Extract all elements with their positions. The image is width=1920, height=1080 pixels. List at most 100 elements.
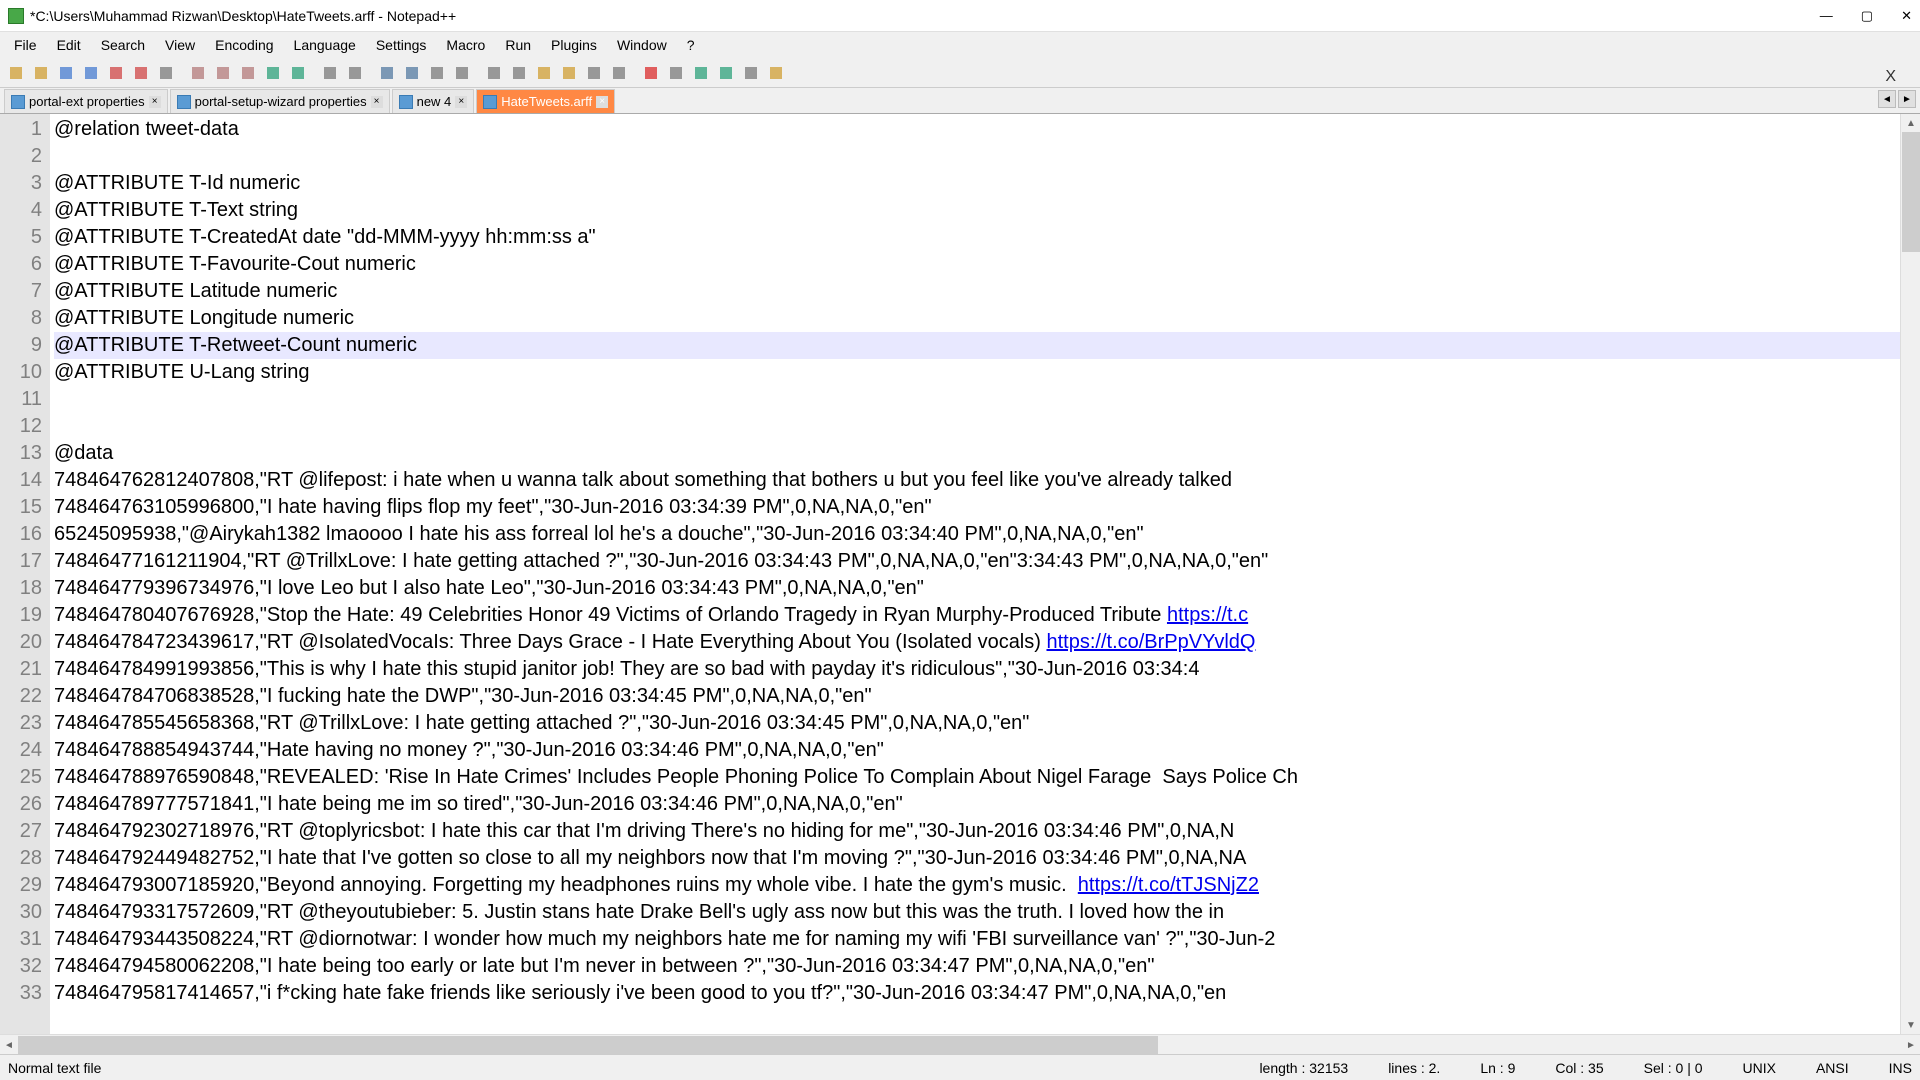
func-list-icon[interactable] [607,61,631,85]
vertical-scrollbar[interactable]: ▲ ▼ [1900,114,1920,1034]
tab-close-button[interactable]: × [596,96,608,108]
replace-icon[interactable] [343,61,367,85]
code-line[interactable]: 748464762812407808,"RT @lifepost: i hate… [54,467,1920,494]
spacer-icon[interactable] [764,61,788,85]
menu-plugins[interactable]: Plugins [541,35,607,55]
tab-close-button[interactable]: × [149,96,161,108]
code-line[interactable] [54,386,1920,413]
code-line[interactable]: @ATTRIBUTE T-Id numeric [54,170,1920,197]
code-line[interactable]: 748464792449482752,"I hate that I've got… [54,845,1920,872]
menu-edit[interactable]: Edit [47,35,91,55]
code-line[interactable]: @ATTRIBUTE T-CreatedAt date "dd-MMM-yyyy… [54,224,1920,251]
zoom-in-icon[interactable] [375,61,399,85]
save-macro-icon[interactable] [739,61,763,85]
undo-icon[interactable] [261,61,285,85]
code-line[interactable]: 748464784991993856,"This is why I hate t… [54,656,1920,683]
play-icon[interactable] [689,61,713,85]
doc-map-icon[interactable] [582,61,606,85]
menu-help[interactable]: ? [677,35,705,55]
save-icon[interactable] [54,61,78,85]
code-line[interactable]: 748464789777571841,"I hate being me im s… [54,791,1920,818]
horizontal-scrollbar[interactable]: ◄ ► [0,1034,1920,1054]
show-all-icon[interactable] [507,61,531,85]
tab-prev-button[interactable]: ◄ [1878,90,1896,108]
wrap-icon[interactable] [482,61,506,85]
save-all-icon[interactable] [79,61,103,85]
code-line[interactable]: 748464793007185920,"Beyond annoying. For… [54,872,1920,899]
menu-language[interactable]: Language [284,35,366,55]
close-all-icon[interactable] [129,61,153,85]
code-line[interactable]: 748464780407676928,"Stop the Hate: 49 Ce… [54,602,1920,629]
tab-close-button[interactable]: × [455,96,467,108]
folder-icon[interactable] [557,61,581,85]
tab-next-button[interactable]: ► [1898,90,1916,108]
code-line[interactable]: @ATTRIBUTE T-Favourite-Cout numeric [54,251,1920,278]
tab-3[interactable]: HateTweets.arff× [476,89,615,113]
url-link[interactable]: https://t.co/tTJSNjZ2 [1078,874,1259,896]
menu-view[interactable]: View [155,35,205,55]
zoom-out-icon[interactable] [400,61,424,85]
code-line[interactable]: @ATTRIBUTE T-Text string [54,197,1920,224]
code-area[interactable]: @relation tweet-data @ATTRIBUTE T-Id nume… [50,114,1920,1034]
code-line[interactable]: @data [54,440,1920,467]
sync-v-icon[interactable] [425,61,449,85]
close-icon[interactable] [104,61,128,85]
code-line[interactable]: @ATTRIBUTE T-Retweet-Count numeric [54,332,1920,359]
code-line[interactable]: @ATTRIBUTE U-Lang string [54,359,1920,386]
menu-search[interactable]: Search [91,35,155,55]
code-line[interactable]: 748464784706838528,"I fucking hate the D… [54,683,1920,710]
close-window-button[interactable]: ✕ [1901,8,1912,24]
code-line[interactable]: 748464763105996800,"I hate having flips … [54,494,1920,521]
horizontal-scroll-thumb[interactable] [18,1036,1158,1054]
code-line[interactable]: 748464784723439617,"RT @IsolatedVocaIs: … [54,629,1920,656]
code-line[interactable]: @ATTRIBUTE Longitude numeric [54,305,1920,332]
menu-macro[interactable]: Macro [436,35,495,55]
code-line[interactable]: 748464795817414657,"i f*cking hate fake … [54,980,1920,1007]
code-line[interactable]: @ATTRIBUTE Latitude numeric [54,278,1920,305]
code-line[interactable]: 65245095938,"@Airykah1382 lmaoooo I hate… [54,521,1920,548]
tab-1[interactable]: portal-setup-wizard properties× [170,89,390,113]
cut-icon[interactable] [186,61,210,85]
stop-icon[interactable] [664,61,688,85]
code-line[interactable]: 748464785545658368,"RT @TrillxLove: I ha… [54,710,1920,737]
code-line[interactable]: 748464794580062208,"I hate being too ear… [54,953,1920,980]
vertical-scroll-thumb[interactable] [1902,132,1920,252]
open-file-icon[interactable] [29,61,53,85]
code-line[interactable]: 748464788854943744,"Hate having no money… [54,737,1920,764]
sync-h-icon[interactable] [450,61,474,85]
menu-encoding[interactable]: Encoding [205,35,283,55]
url-link[interactable]: https://t.co/BrPpVYvldQ [1046,631,1255,653]
menu-file[interactable]: File [4,35,47,55]
code-line[interactable]: 74846477161211904,"RT @TrillxLove: I hat… [54,548,1920,575]
tab-close-button[interactable]: × [371,96,383,108]
code-line[interactable]: 748464793317572609,"RT @theyoutubieber: … [54,899,1920,926]
code-line[interactable]: 748464779396734976,"I love Leo but I als… [54,575,1920,602]
menu-window[interactable]: Window [607,35,677,55]
code-line[interactable]: 748464793443508224,"RT @diornotwar: I wo… [54,926,1920,953]
maximize-button[interactable]: ▢ [1861,8,1873,24]
indent-guide-icon[interactable] [532,61,556,85]
code-line[interactable] [54,143,1920,170]
url-link[interactable]: https://t.c [1167,604,1248,626]
paste-icon[interactable] [236,61,260,85]
scroll-down-arrow[interactable]: ▼ [1902,1016,1920,1034]
menu-run[interactable]: Run [495,35,541,55]
print-icon[interactable] [154,61,178,85]
minimize-button[interactable]: — [1820,8,1833,23]
tab-2[interactable]: new 4× [392,89,475,113]
redo-icon[interactable] [286,61,310,85]
record-icon[interactable] [639,61,663,85]
code-line[interactable]: 748464788976590848,"REVEALED: 'Rise In H… [54,764,1920,791]
copy-icon[interactable] [211,61,235,85]
code-line[interactable] [54,413,1920,440]
scroll-right-arrow[interactable]: ► [1902,1036,1920,1054]
mdi-close-button[interactable]: X [1885,68,1896,86]
code-line[interactable]: @relation tweet-data [54,116,1920,143]
find-icon[interactable] [318,61,342,85]
play-multi-icon[interactable] [714,61,738,85]
new-file-icon[interactable] [4,61,28,85]
code-line[interactable]: 748464792302718976,"RT @toplyricsbot: I … [54,818,1920,845]
menu-settings[interactable]: Settings [366,35,437,55]
scroll-left-arrow[interactable]: ◄ [0,1036,18,1054]
scroll-up-arrow[interactable]: ▲ [1902,114,1920,132]
